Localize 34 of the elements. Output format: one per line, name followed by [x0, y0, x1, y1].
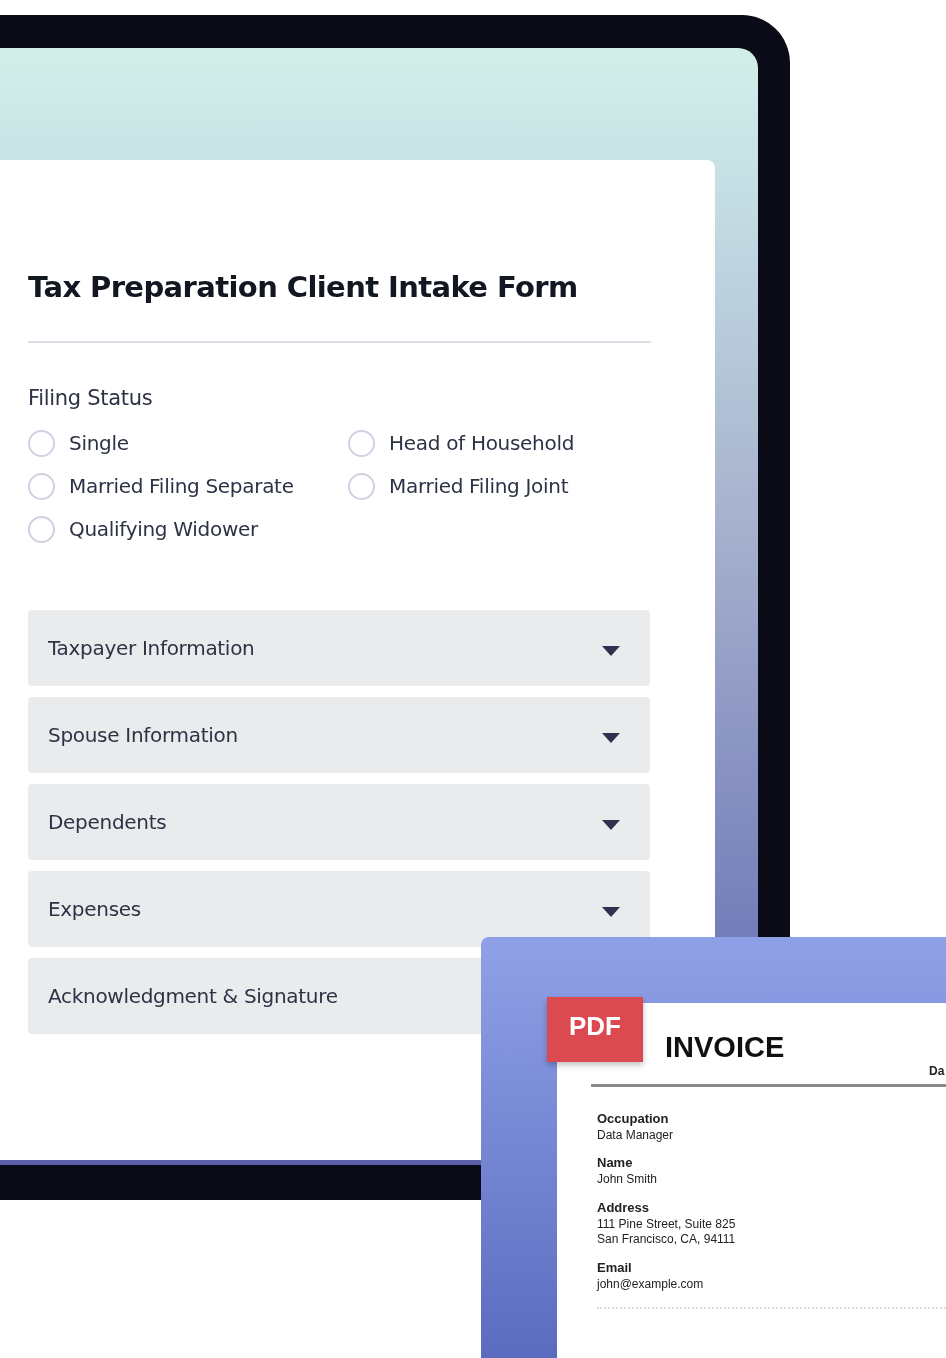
radio-label: Single: [69, 430, 129, 458]
field-label: Name: [597, 1155, 634, 1173]
accordion-header[interactable]: Dependents: [28, 784, 650, 861]
radio-option[interactable]: Married Filing Separate: [28, 471, 348, 502]
field-label: Address: [597, 1199, 651, 1217]
field-value: 111 Pine Street, Suite 825: [597, 1216, 737, 1233]
radio-button[interactable]: [348, 429, 375, 457]
radio-button[interactable]: [28, 429, 55, 457]
radio-label: Qualifying Widower: [69, 516, 258, 544]
accordion-header[interactable]: Taxpayer Information: [28, 610, 650, 687]
field-value: john@example.com: [597, 1276, 705, 1293]
field-value: San Francisco, CA, 94111: [597, 1232, 737, 1249]
filing-status-label: Filing Status: [28, 384, 154, 412]
radio-button[interactable]: [28, 472, 55, 500]
form-title: Tax Preparation Client Intake Form: [28, 270, 651, 343]
radio-button[interactable]: [28, 515, 55, 543]
field-label: Email: [597, 1260, 633, 1277]
radio-option[interactable]: Married Filing Joint: [348, 471, 648, 502]
invoice-title: INVOICE: [665, 1033, 786, 1062]
radio-button[interactable]: [348, 472, 375, 500]
field-value: John Smith: [597, 1172, 659, 1188]
radio-label: Head of Household: [389, 430, 575, 458]
column-label: Da: [929, 1063, 945, 1080]
accordion-header[interactable]: Expenses: [28, 871, 650, 948]
radio-label: Married Filing Joint: [389, 473, 569, 501]
field-label: Occupation: [597, 1111, 670, 1128]
radio-label: Married Filing Separate: [69, 473, 294, 501]
radio-option[interactable]: Single: [28, 428, 348, 459]
accordion-header[interactable]: Spouse Information: [28, 697, 650, 774]
radio-option[interactable]: Qualifying Widower: [28, 514, 348, 545]
pdf-badge: PDF: [547, 997, 643, 1062]
radio-option[interactable]: Head of Household: [348, 428, 648, 459]
field-value: Data Manager: [597, 1127, 675, 1144]
accordion-header[interactable]: Acknowledgment & Signature: [28, 958, 481, 1035]
